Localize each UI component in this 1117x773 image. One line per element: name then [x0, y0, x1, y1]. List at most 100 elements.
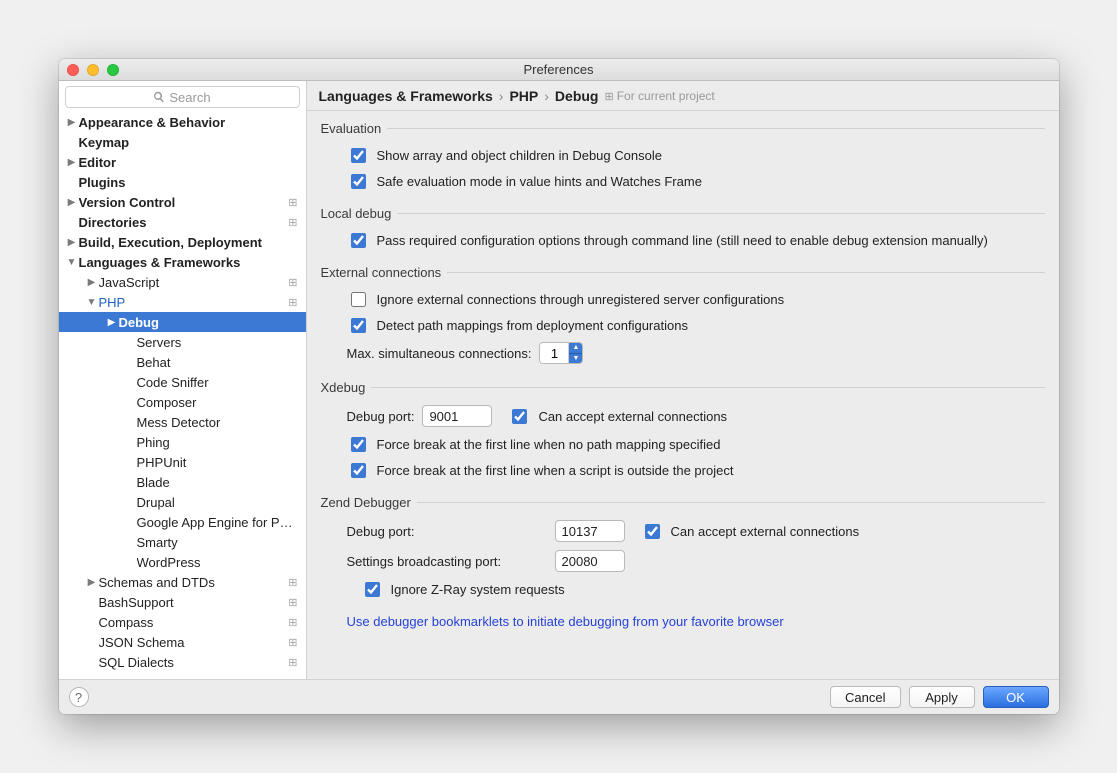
- sidebar-item[interactable]: Servers: [59, 332, 306, 352]
- sidebar-item[interactable]: Plugins: [59, 172, 306, 192]
- checkbox[interactable]: [351, 318, 366, 333]
- sidebar-item[interactable]: WordPress: [59, 552, 306, 572]
- option-show-array-children[interactable]: Show array and object children in Debug …: [347, 144, 1045, 166]
- section-title-zend: Zend Debugger: [321, 495, 411, 510]
- project-scope-icon: ⊞: [604, 90, 613, 103]
- chevron-right-icon: ▶: [67, 197, 77, 208]
- sidebar-item[interactable]: JSON Schema⊞: [59, 632, 306, 652]
- minimize-icon[interactable]: [87, 64, 99, 76]
- checkbox[interactable]: [351, 148, 366, 163]
- chevron-right-icon: ▶: [67, 157, 77, 168]
- chevron-right-icon: ▶: [87, 577, 97, 588]
- checkbox[interactable]: [351, 233, 366, 248]
- checkbox[interactable]: [365, 582, 380, 597]
- option-safe-evaluation[interactable]: Safe evaluation mode in value hints and …: [347, 170, 1045, 192]
- checkbox[interactable]: [351, 463, 366, 478]
- preferences-window: Preferences Search ▶Appearance & Behavio…: [59, 59, 1059, 714]
- content-pane: Languages & Frameworks › PHP › Debug ⊞ F…: [307, 81, 1059, 679]
- close-icon[interactable]: [67, 64, 79, 76]
- option-zend-accept-external[interactable]: Can accept external connections: [641, 520, 860, 542]
- sidebar-item-label: PHPUnit: [137, 455, 298, 470]
- sidebar: Search ▶Appearance & Behavior Keymap ▶Edit…: [59, 81, 307, 679]
- option-pass-config-cli[interactable]: Pass required configuration options thro…: [347, 229, 1045, 251]
- checkbox[interactable]: [351, 437, 366, 452]
- sidebar-item[interactable]: ▶Build, Execution, Deployment: [59, 232, 306, 252]
- help-button[interactable]: ?: [69, 687, 89, 707]
- sidebar-item-label: Version Control: [79, 195, 289, 210]
- sidebar-item[interactable]: ▶Version Control⊞: [59, 192, 306, 212]
- zend-port-input[interactable]: [555, 520, 625, 542]
- zend-bport-input[interactable]: [555, 550, 625, 572]
- sidebar-item[interactable]: Phing: [59, 432, 306, 452]
- sidebar-item[interactable]: ▶Schemas and DTDs⊞: [59, 572, 306, 592]
- apply-button[interactable]: Apply: [909, 686, 975, 708]
- chevron-right-icon: ›: [499, 88, 504, 104]
- sidebar-item[interactable]: BashSupport⊞: [59, 592, 306, 612]
- sidebar-item[interactable]: Behat: [59, 352, 306, 372]
- option-force-break-no-mapping[interactable]: Force break at the first line when no pa…: [347, 433, 1045, 455]
- sidebar-item[interactable]: Blade: [59, 472, 306, 492]
- zoom-icon[interactable]: [107, 64, 119, 76]
- divider: [397, 213, 1044, 214]
- sidebar-item-label: Composer: [137, 395, 298, 410]
- max-connections-stepper[interactable]: ▲ ▼: [539, 342, 583, 364]
- sidebar-item[interactable]: ▶Appearance & Behavior: [59, 112, 306, 132]
- divider: [371, 387, 1044, 388]
- sidebar-item-label: JSON Schema: [99, 635, 289, 650]
- cancel-button[interactable]: Cancel: [830, 686, 900, 708]
- project-scope-icon: ⊞: [288, 616, 297, 629]
- checkbox[interactable]: [351, 174, 366, 189]
- stepper-down-icon[interactable]: ▼: [569, 353, 582, 364]
- sidebar-item[interactable]: Google App Engine for PHP: [59, 512, 306, 532]
- sidebar-item[interactable]: SQL Dialects⊞: [59, 652, 306, 672]
- sidebar-item-label: Smarty: [137, 535, 298, 550]
- sidebar-item[interactable]: Code Sniffer: [59, 372, 306, 392]
- sidebar-item[interactable]: ▼PHP⊞: [59, 292, 306, 312]
- project-scope-icon: ⊞: [288, 576, 297, 589]
- settings-tree[interactable]: ▶Appearance & Behavior Keymap ▶EditorPlugi…: [59, 112, 306, 679]
- sidebar-item-label: Behat: [137, 355, 298, 370]
- xdebug-port-input[interactable]: [422, 405, 492, 427]
- search-input[interactable]: Search: [65, 86, 300, 108]
- chevron-right-icon: ▶: [67, 237, 77, 248]
- max-connections-input[interactable]: [540, 343, 568, 363]
- sidebar-item-label: Languages & Frameworks: [79, 255, 298, 270]
- option-ignore-zray[interactable]: Ignore Z-Ray system requests: [361, 578, 1045, 600]
- sidebar-item-label: Debug: [119, 315, 298, 330]
- checkbox[interactable]: [351, 292, 366, 307]
- sidebar-item-label: JavaScript: [99, 275, 289, 290]
- checkbox[interactable]: [512, 409, 527, 424]
- sidebar-item-label: Mess Detector: [137, 415, 298, 430]
- option-detect-path-mappings[interactable]: Detect path mappings from deployment con…: [347, 314, 1045, 336]
- section-title-external: External connections: [321, 265, 442, 280]
- checkbox[interactable]: [645, 524, 660, 539]
- sidebar-item[interactable]: ▶Debug: [59, 312, 306, 332]
- bookmarklets-link[interactable]: Use debugger bookmarklets to initiate de…: [347, 614, 1045, 629]
- zend-port-label: Debug port:: [347, 524, 547, 539]
- ok-button[interactable]: OK: [983, 686, 1049, 708]
- sidebar-item[interactable]: Drupal: [59, 492, 306, 512]
- sidebar-item[interactable]: Compass⊞: [59, 612, 306, 632]
- sidebar-item[interactable]: Smarty: [59, 532, 306, 552]
- sidebar-item[interactable]: PHPUnit: [59, 452, 306, 472]
- sidebar-item-label: Schemas and DTDs: [99, 575, 289, 590]
- window-title: Preferences: [523, 62, 593, 77]
- sidebar-item[interactable]: ▶Editor: [59, 152, 306, 172]
- divider: [447, 272, 1044, 273]
- project-scope-icon: ⊞: [288, 216, 297, 229]
- project-scope-icon: ⊞: [288, 276, 297, 289]
- option-xdebug-accept-external[interactable]: Can accept external connections: [508, 405, 727, 427]
- stepper-up-icon[interactable]: ▲: [569, 343, 582, 353]
- sidebar-item[interactable]: Keymap: [59, 132, 306, 152]
- sidebar-item[interactable]: Composer: [59, 392, 306, 412]
- project-scope-hint: For current project: [617, 89, 715, 103]
- sidebar-item[interactable]: ▶JavaScript⊞: [59, 272, 306, 292]
- sidebar-item-label: Keymap: [79, 135, 298, 150]
- option-ignore-external[interactable]: Ignore external connections through unre…: [347, 288, 1045, 310]
- sidebar-item[interactable]: ▼Languages & Frameworks: [59, 252, 306, 272]
- project-scope-icon: ⊞: [288, 596, 297, 609]
- option-force-break-outside[interactable]: Force break at the first line when a scr…: [347, 459, 1045, 481]
- sidebar-item[interactable]: Mess Detector: [59, 412, 306, 432]
- sidebar-item[interactable]: Directories⊞: [59, 212, 306, 232]
- sidebar-item-label: Servers: [137, 335, 298, 350]
